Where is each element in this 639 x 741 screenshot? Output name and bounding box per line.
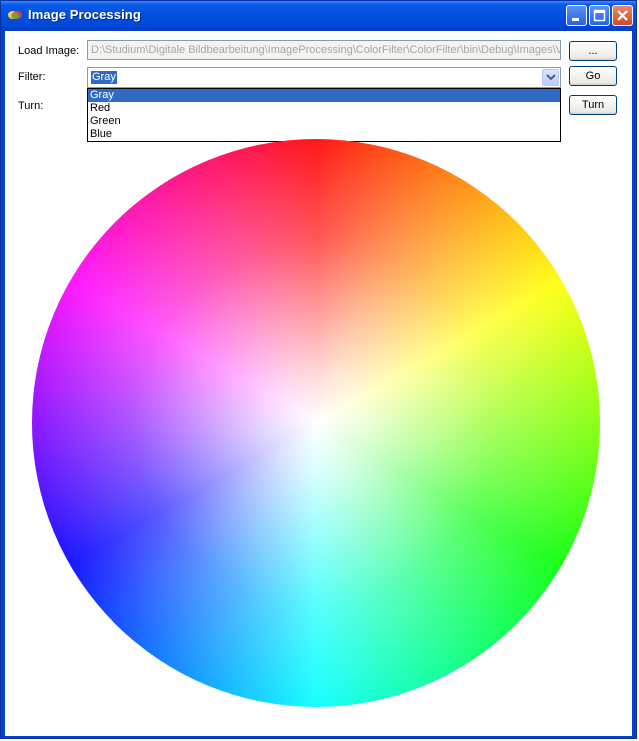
- maximize-icon: [593, 9, 606, 22]
- filter-option-red[interactable]: Red: [88, 102, 560, 115]
- close-icon: [617, 10, 628, 21]
- color-wheel-center-gradient: [32, 139, 600, 707]
- close-button[interactable]: [612, 5, 633, 26]
- window-title: Image Processing: [28, 7, 141, 22]
- client-area: Load Image: D:\Studium\Digitale Bildbear…: [5, 31, 632, 736]
- image-display: [32, 139, 600, 707]
- filter-combobox[interactable]: Gray: [87, 67, 561, 88]
- load-image-label: Load Image:: [18, 45, 80, 57]
- filter-selected-value: Gray: [91, 71, 117, 84]
- turn-button[interactable]: Turn: [569, 95, 617, 115]
- app-icon: [8, 11, 22, 19]
- title-bar[interactable]: Image Processing: [1, 1, 636, 31]
- filter-dropdown-list: Gray Red Green Blue: [87, 88, 561, 142]
- go-button[interactable]: Go: [569, 66, 617, 86]
- maximize-button[interactable]: [589, 5, 610, 26]
- turn-label: Turn:: [18, 100, 44, 112]
- chevron-down-icon: [546, 74, 556, 81]
- app-window: Image Processing Load Image: D:\Studium\…: [0, 0, 637, 739]
- filter-dropdown-button[interactable]: [542, 69, 559, 86]
- minimize-icon: [572, 18, 579, 21]
- image-path-field[interactable]: D:\Studium\Digitale Bildbearbeitung\Imag…: [87, 40, 561, 60]
- filter-option-gray[interactable]: Gray: [88, 89, 560, 102]
- minimize-button[interactable]: [566, 5, 587, 26]
- filter-label: Filter:: [18, 71, 46, 83]
- browse-button[interactable]: ...: [569, 41, 617, 61]
- filter-option-green[interactable]: Green: [88, 115, 560, 128]
